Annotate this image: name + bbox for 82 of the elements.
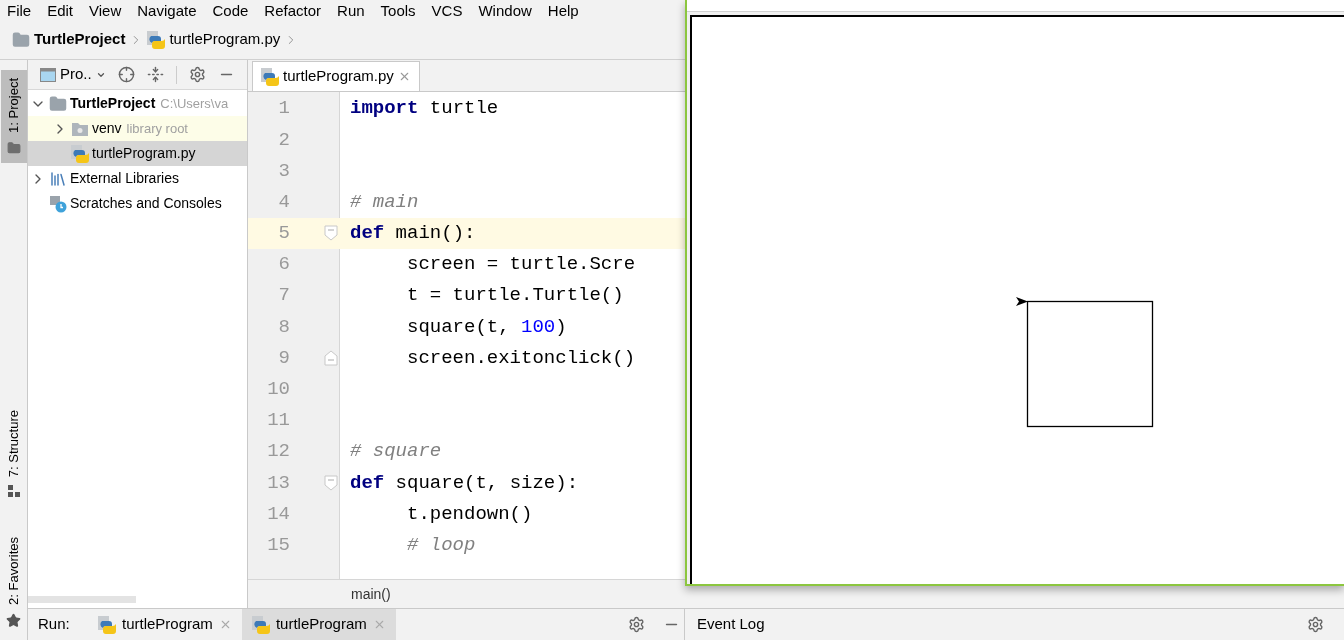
tree-item-hint: library root xyxy=(126,119,188,138)
menu-item[interactable]: File xyxy=(7,2,32,18)
collapse-icon[interactable] xyxy=(146,66,164,83)
line-number: 13 xyxy=(266,470,291,496)
line-number: 12 xyxy=(266,439,291,465)
code-breadcrumb[interactable]: main() xyxy=(351,583,391,605)
line-number: 8 xyxy=(277,314,291,340)
menu-item[interactable]: Help xyxy=(547,2,579,18)
folder-icon xyxy=(49,94,67,113)
side-tab[interactable]: 1: Project xyxy=(0,70,27,163)
tree-item-hint: C:\Users\va xyxy=(160,94,229,113)
folder-icon xyxy=(6,140,21,155)
code-line: t.pendown() xyxy=(406,501,533,527)
breadcrumb-item[interactable]: TurtleProject xyxy=(34,28,126,51)
tree-item[interactable]: Scratches and Consoles xyxy=(28,191,247,216)
code-line: square(t, 100) xyxy=(406,314,567,340)
line-number: 15 xyxy=(266,532,291,558)
side-tab[interactable]: 7: Structure xyxy=(0,401,27,506)
locate-icon[interactable] xyxy=(117,66,135,83)
code-line: screen = turtle.Scre xyxy=(406,252,636,278)
folder-icon xyxy=(12,30,30,49)
line-number: 4 xyxy=(277,189,291,215)
menu-item[interactable]: Run xyxy=(337,2,365,18)
line-number: 10 xyxy=(266,377,291,403)
line-number: 6 xyxy=(277,252,291,278)
line-number: 5 xyxy=(277,221,291,247)
menu-item[interactable]: Refactor xyxy=(264,2,322,18)
code-line: # square xyxy=(349,439,442,465)
side-tab[interactable]: 2: Favorites xyxy=(0,529,27,636)
tree-item-label: External Libraries xyxy=(70,169,179,188)
python-file-icon xyxy=(261,67,279,86)
star-icon xyxy=(6,613,21,628)
library-icon xyxy=(49,169,67,188)
menu-item[interactable]: Edit xyxy=(47,2,74,18)
folder-icon xyxy=(71,120,89,137)
tree-item[interactable]: External Libraries xyxy=(28,166,247,191)
window-icon xyxy=(40,67,56,82)
menu-item[interactable]: Window xyxy=(478,2,532,18)
event-log-title: Event Log xyxy=(697,614,765,635)
run-tab[interactable]: turtleProgram xyxy=(88,609,242,640)
settings-icon[interactable] xyxy=(628,616,645,633)
code-line: screen.exitonclick() xyxy=(406,345,636,371)
line-number: 1 xyxy=(277,96,291,122)
code-line: import turtle xyxy=(349,96,499,122)
settings-icon[interactable] xyxy=(1307,616,1324,633)
menu-item[interactable]: Code xyxy=(212,2,249,18)
scratch-clock-icon xyxy=(49,194,67,213)
line-number: 3 xyxy=(277,158,291,184)
structure-icon xyxy=(7,485,20,498)
tree-item-label: turtleProgram.py xyxy=(92,144,196,163)
run-label: Run: xyxy=(37,614,71,635)
code-line: # main xyxy=(349,189,419,215)
tree-item-label: TurtleProject xyxy=(70,94,156,113)
code-line: # loop xyxy=(406,532,476,558)
settings-icon[interactable] xyxy=(188,66,206,83)
tree-item-label: Scratches and Consoles xyxy=(70,194,222,213)
editor-tab[interactable]: turtleProgram.py xyxy=(252,61,420,91)
code-line: def main(): xyxy=(349,221,476,247)
fold-marker-icon[interactable] xyxy=(324,474,338,491)
code-line: def square(t, size): xyxy=(349,470,579,496)
line-number: 2 xyxy=(277,127,291,153)
tree-item-label: venv xyxy=(92,119,122,138)
line-number: 9 xyxy=(277,345,291,371)
menu-item[interactable]: VCS xyxy=(431,2,463,18)
menu-item[interactable]: View xyxy=(89,2,122,18)
python-icon xyxy=(251,615,270,634)
tree-item[interactable]: turtleProgram.py xyxy=(28,141,247,166)
line-number: 7 xyxy=(277,283,291,309)
line-number: 11 xyxy=(266,408,291,434)
menu-item[interactable]: Tools xyxy=(380,2,416,18)
python-file-icon xyxy=(147,30,166,49)
menu-item[interactable]: Navigate xyxy=(137,2,197,18)
python-file-icon xyxy=(71,144,89,163)
tree-item[interactable]: venv library root xyxy=(28,116,247,141)
run-tab[interactable]: turtleProgram xyxy=(241,609,396,640)
fold-marker-icon[interactable] xyxy=(324,225,338,242)
scrollbar[interactable] xyxy=(28,596,136,603)
line-number: 14 xyxy=(266,501,291,527)
breadcrumb-item[interactable]: turtleProgram.py xyxy=(169,28,281,51)
python-icon xyxy=(98,615,116,634)
code-line: t = turtle.Turtle() xyxy=(406,283,624,309)
tree-item[interactable]: TurtleProject C:\Users\va xyxy=(28,91,247,116)
